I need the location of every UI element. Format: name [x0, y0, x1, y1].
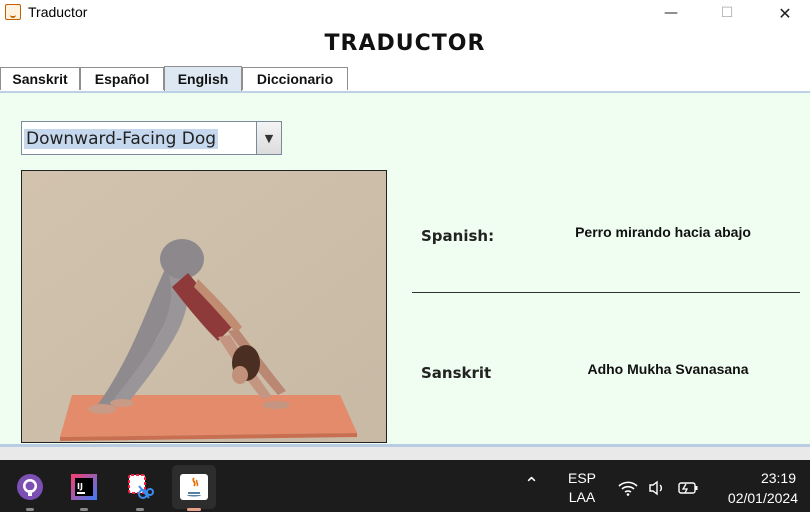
github-desktop-icon[interactable]: [8, 465, 52, 511]
pose-select-value: Downward-Facing Dog: [24, 129, 219, 149]
svg-text:IJ: IJ: [77, 482, 83, 491]
tab-espanol[interactable]: Español: [80, 67, 164, 90]
java-icon[interactable]: [172, 465, 216, 511]
tab-diccionario[interactable]: Diccionario: [242, 67, 348, 90]
tab-sanskrit[interactable]: Sanskrit: [0, 67, 80, 90]
wifi-icon[interactable]: [618, 480, 638, 500]
language-code: ESP: [567, 470, 596, 486]
language-layout: LAA: [568, 489, 596, 505]
volume-icon[interactable]: [648, 480, 668, 500]
sanskrit-label: Sanskrit: [421, 364, 492, 382]
language-indicator[interactable]: ESP LAA: [562, 470, 602, 505]
tab-english[interactable]: English: [164, 66, 242, 91]
taskbar-indicator: [187, 508, 201, 511]
battery-icon[interactable]: [678, 479, 700, 499]
spanish-translation: Perro mirando hacia abajo: [575, 224, 751, 240]
taskbar-indicator: [136, 508, 144, 511]
pose-select[interactable]: Downward-Facing Dog ▼: [21, 121, 282, 155]
chevron-down-icon[interactable]: ▼: [256, 122, 281, 154]
window-title: Traductor: [28, 4, 88, 20]
clock-time: 23:19: [760, 470, 796, 486]
taskbar-clock[interactable]: 23:19 02/01/2024: [712, 470, 804, 506]
taskbar-indicator: [26, 508, 34, 511]
pose-image: [21, 170, 387, 443]
intellij-idea-icon[interactable]: IJ: [62, 465, 106, 511]
spanish-label: Spanish:: [421, 227, 495, 245]
java-app-icon: [5, 4, 21, 20]
app-heading: TRADUCTOR: [324, 31, 486, 56]
snipping-tool-icon[interactable]: [118, 465, 162, 511]
translation-separator: [412, 292, 800, 293]
close-button[interactable]: ✕: [762, 0, 808, 26]
taskbar: IJ ⌃ ESP LAA 23:19 02/01/2024: [0, 460, 810, 512]
chevron-up-icon[interactable]: ⌃: [524, 474, 539, 495]
window-bottom-edge: [0, 447, 810, 460]
minimize-button[interactable]: —: [648, 0, 694, 26]
taskbar-indicator: [80, 508, 88, 511]
maximize-button[interactable]: ☐: [704, 0, 750, 26]
clock-date: 02/01/2024: [727, 490, 798, 506]
window-titlebar: Traductor — ☐ ✕: [0, 0, 810, 26]
sanskrit-translation: Adho Mukha Svanasana: [587, 361, 749, 377]
